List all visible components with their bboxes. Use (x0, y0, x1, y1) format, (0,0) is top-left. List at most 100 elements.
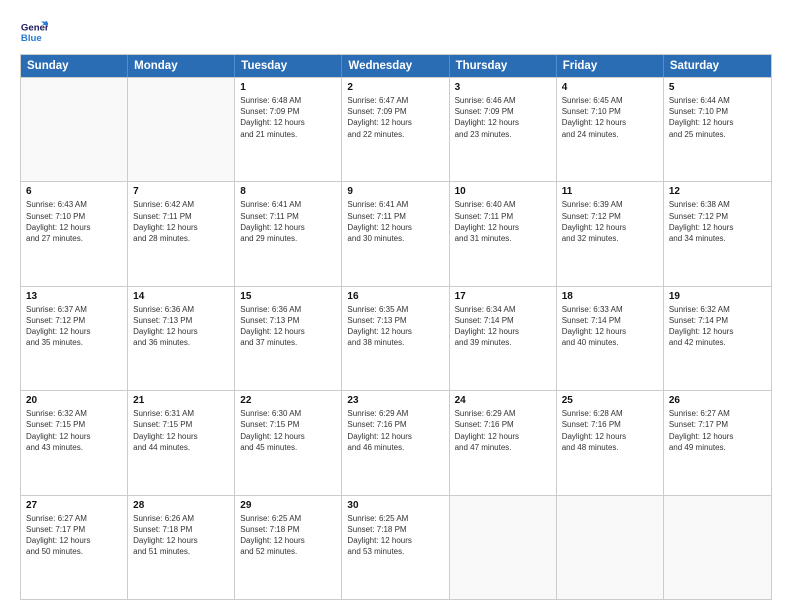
cell-line: Daylight: 12 hours (347, 326, 443, 337)
cell-line: and 22 minutes. (347, 129, 443, 140)
cell-line: Daylight: 12 hours (133, 535, 229, 546)
empty-cell (557, 496, 664, 599)
cell-line: and 47 minutes. (455, 442, 551, 453)
cell-line: Sunset: 7:18 PM (133, 524, 229, 535)
cell-line: Sunrise: 6:32 AM (26, 408, 122, 419)
cell-line: and 40 minutes. (562, 337, 658, 348)
day-header-sunday: Sunday (21, 55, 128, 77)
day-cell-27: 27Sunrise: 6:27 AMSunset: 7:17 PMDayligh… (21, 496, 128, 599)
cell-line: Sunrise: 6:29 AM (347, 408, 443, 419)
cell-line: Daylight: 12 hours (26, 326, 122, 337)
cell-line: Sunset: 7:12 PM (562, 211, 658, 222)
cell-line: Sunrise: 6:48 AM (240, 95, 336, 106)
day-cell-8: 8Sunrise: 6:41 AMSunset: 7:11 PMDaylight… (235, 182, 342, 285)
day-header-friday: Friday (557, 55, 664, 77)
cell-line: Sunrise: 6:40 AM (455, 199, 551, 210)
cell-line: Sunset: 7:13 PM (240, 315, 336, 326)
cell-line: Sunrise: 6:27 AM (26, 513, 122, 524)
calendar: SundayMondayTuesdayWednesdayThursdayFrid… (20, 54, 772, 600)
day-cell-18: 18Sunrise: 6:33 AMSunset: 7:14 PMDayligh… (557, 287, 664, 390)
day-cell-25: 25Sunrise: 6:28 AMSunset: 7:16 PMDayligh… (557, 391, 664, 494)
day-cell-19: 19Sunrise: 6:32 AMSunset: 7:14 PMDayligh… (664, 287, 771, 390)
cell-line: Sunrise: 6:36 AM (240, 304, 336, 315)
day-number: 16 (347, 291, 443, 302)
cell-line: Sunrise: 6:44 AM (669, 95, 766, 106)
cell-line: Daylight: 12 hours (133, 222, 229, 233)
cell-line: Sunset: 7:16 PM (562, 419, 658, 430)
calendar-header-row: SundayMondayTuesdayWednesdayThursdayFrid… (21, 55, 771, 77)
cell-line: Sunset: 7:14 PM (562, 315, 658, 326)
cell-line: Sunset: 7:14 PM (455, 315, 551, 326)
cell-line: Daylight: 12 hours (562, 431, 658, 442)
day-number: 29 (240, 500, 336, 511)
cell-line: Sunset: 7:09 PM (240, 106, 336, 117)
cell-line: Sunset: 7:11 PM (347, 211, 443, 222)
day-cell-26: 26Sunrise: 6:27 AMSunset: 7:17 PMDayligh… (664, 391, 771, 494)
cell-line: and 28 minutes. (133, 233, 229, 244)
day-cell-11: 11Sunrise: 6:39 AMSunset: 7:12 PMDayligh… (557, 182, 664, 285)
week-row-5: 27Sunrise: 6:27 AMSunset: 7:17 PMDayligh… (21, 495, 771, 599)
cell-line: Sunrise: 6:26 AM (133, 513, 229, 524)
logo-icon: General Blue (20, 18, 48, 46)
cell-line: Sunset: 7:17 PM (669, 419, 766, 430)
day-cell-30: 30Sunrise: 6:25 AMSunset: 7:18 PMDayligh… (342, 496, 449, 599)
cell-line: and 37 minutes. (240, 337, 336, 348)
day-cell-12: 12Sunrise: 6:38 AMSunset: 7:12 PMDayligh… (664, 182, 771, 285)
cell-line: Sunrise: 6:33 AM (562, 304, 658, 315)
day-number: 28 (133, 500, 229, 511)
day-cell-3: 3Sunrise: 6:46 AMSunset: 7:09 PMDaylight… (450, 78, 557, 181)
cell-line: and 24 minutes. (562, 129, 658, 140)
day-cell-16: 16Sunrise: 6:35 AMSunset: 7:13 PMDayligh… (342, 287, 449, 390)
cell-line: Sunset: 7:11 PM (455, 211, 551, 222)
cell-line: Sunset: 7:11 PM (240, 211, 336, 222)
day-cell-9: 9Sunrise: 6:41 AMSunset: 7:11 PMDaylight… (342, 182, 449, 285)
cell-line: and 53 minutes. (347, 546, 443, 557)
cell-line: and 51 minutes. (133, 546, 229, 557)
cell-line: Sunset: 7:09 PM (455, 106, 551, 117)
cell-line: Sunrise: 6:41 AM (347, 199, 443, 210)
day-header-tuesday: Tuesday (235, 55, 342, 77)
cell-line: and 36 minutes. (133, 337, 229, 348)
cell-line: and 31 minutes. (455, 233, 551, 244)
empty-cell (21, 78, 128, 181)
day-cell-15: 15Sunrise: 6:36 AMSunset: 7:13 PMDayligh… (235, 287, 342, 390)
day-number: 25 (562, 395, 658, 406)
cell-line: Daylight: 12 hours (669, 431, 766, 442)
calendar-body: 1Sunrise: 6:48 AMSunset: 7:09 PMDaylight… (21, 77, 771, 599)
cell-line: Sunrise: 6:30 AM (240, 408, 336, 419)
cell-line: Sunrise: 6:32 AM (669, 304, 766, 315)
cell-line: and 32 minutes. (562, 233, 658, 244)
cell-line: and 25 minutes. (669, 129, 766, 140)
cell-line: Sunrise: 6:45 AM (562, 95, 658, 106)
day-number: 24 (455, 395, 551, 406)
cell-line: and 34 minutes. (669, 233, 766, 244)
cell-line: Sunrise: 6:38 AM (669, 199, 766, 210)
cell-line: Sunrise: 6:31 AM (133, 408, 229, 419)
day-cell-6: 6Sunrise: 6:43 AMSunset: 7:10 PMDaylight… (21, 182, 128, 285)
cell-line: and 44 minutes. (133, 442, 229, 453)
cell-line: Sunset: 7:11 PM (133, 211, 229, 222)
day-number: 12 (669, 186, 766, 197)
header: General Blue (20, 18, 772, 46)
cell-line: and 50 minutes. (26, 546, 122, 557)
cell-line: Sunset: 7:10 PM (562, 106, 658, 117)
cell-line: and 45 minutes. (240, 442, 336, 453)
day-number: 9 (347, 186, 443, 197)
cell-line: Daylight: 12 hours (562, 117, 658, 128)
empty-cell (450, 496, 557, 599)
empty-cell (128, 78, 235, 181)
cell-line: Daylight: 12 hours (455, 222, 551, 233)
day-header-saturday: Saturday (664, 55, 771, 77)
cell-line: Sunrise: 6:34 AM (455, 304, 551, 315)
day-number: 17 (455, 291, 551, 302)
day-number: 7 (133, 186, 229, 197)
cell-line: Daylight: 12 hours (347, 117, 443, 128)
cell-line: and 23 minutes. (455, 129, 551, 140)
day-cell-13: 13Sunrise: 6:37 AMSunset: 7:12 PMDayligh… (21, 287, 128, 390)
cell-line: Sunrise: 6:46 AM (455, 95, 551, 106)
day-number: 3 (455, 82, 551, 93)
cell-line: and 30 minutes. (347, 233, 443, 244)
cell-line: and 43 minutes. (26, 442, 122, 453)
week-row-2: 6Sunrise: 6:43 AMSunset: 7:10 PMDaylight… (21, 181, 771, 285)
cell-line: Daylight: 12 hours (562, 222, 658, 233)
